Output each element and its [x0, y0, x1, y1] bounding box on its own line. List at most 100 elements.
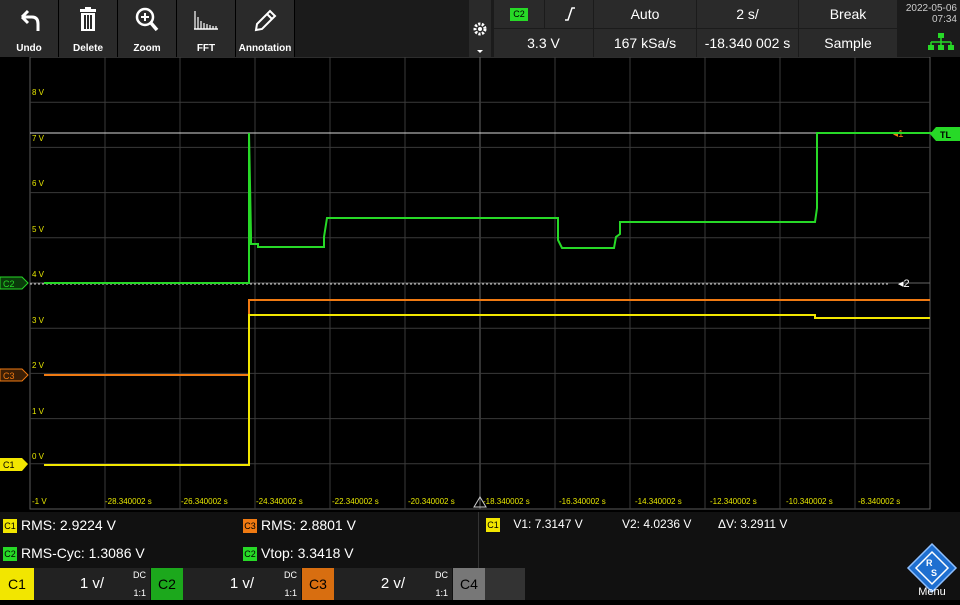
menu-label: Menu — [918, 586, 946, 598]
svg-text:R: R — [926, 558, 933, 568]
channel-c4-tab[interactable]: C4 — [453, 568, 485, 600]
cursor-v1-value: V1: 7.3147 V — [513, 517, 583, 531]
cursor-measurements[interactable]: C1 V1: 7.3147 V V2: 4.0236 V ΔV: 3.2911 … — [486, 517, 787, 532]
c3-marker-label: C3 — [3, 371, 15, 381]
y-tick-label: 3 V — [32, 316, 45, 325]
y-tick-label: 4 V — [32, 270, 45, 279]
c1-marker-label: C1 — [3, 460, 15, 470]
c1-level-marker[interactable]: C1 — [0, 458, 28, 471]
x-tick-label: -12.340002 s — [710, 497, 757, 506]
c2-rms-cyc-value: RMS-Cyc: 1.3086 V — [21, 545, 145, 561]
measurement-panel: C1 RMS: 2.9224 V C3 RMS: 2.8801 V C2 RMS-Cy… — [0, 512, 960, 568]
zoom-button[interactable]: Zoom — [118, 0, 177, 57]
waveform-c2 — [44, 132, 935, 284]
c2-tag: C2 — [3, 547, 17, 562]
y-tick-label: 0 V — [32, 452, 45, 461]
c2-rms-cyc-measurement[interactable]: C2 RMS-Cyc: 1.3086 V — [3, 545, 145, 562]
sample-rate[interactable]: 167 kSa/s — [594, 29, 696, 57]
run-state[interactable]: Break — [799, 0, 897, 28]
timebase[interactable]: 2 s/ — [697, 0, 798, 28]
y-tick-label: 6 V — [32, 179, 45, 188]
divider — [478, 512, 479, 568]
waveform-c1 — [44, 314, 930, 466]
y-tick-label: -1 V — [32, 497, 47, 506]
zoom-label: Zoom — [133, 43, 161, 54]
settings-button[interactable] — [469, 0, 491, 57]
network-icon — [928, 33, 954, 50]
menu-button[interactable]: R S Menu — [904, 540, 960, 600]
acquisition-mode[interactable]: Sample — [799, 29, 897, 57]
c2-level-marker[interactable]: C2 — [0, 276, 29, 290]
c3-probe-ratio: 1:1 — [435, 588, 448, 598]
delete-label: Delete — [72, 43, 103, 54]
x-tick-label: -26.340002 s — [181, 497, 228, 506]
c3-tag: C3 — [243, 519, 257, 534]
gear-icon — [473, 22, 487, 53]
channel-bar: C1 1 v/ DC 1:1 C2 1 v/ DC 1:1 C3 2 v/ DC… — [0, 568, 960, 600]
c2-tag: C2 — [243, 547, 257, 562]
undo-icon — [20, 9, 40, 31]
cursor-v2-value: V2: 4.0236 V — [622, 517, 692, 531]
cursor-1-label: ◂1 — [893, 129, 904, 140]
x-tick-label: -24.340002 s — [256, 497, 303, 506]
c3-coupling: DC — [435, 570, 448, 580]
c2-coupling: DC — [284, 570, 297, 580]
channel-c1-tab[interactable]: C1 — [0, 568, 34, 600]
c2-vtop-measurement[interactable]: C2 Vtop: 3.3418 V — [243, 545, 354, 562]
c1-probe-ratio: 1:1 — [133, 588, 146, 598]
y-tick-label: 1 V — [32, 407, 45, 416]
x-tick-label: -14.340002 s — [635, 497, 682, 506]
delete-button[interactable]: Delete — [59, 0, 118, 57]
y-tick-label: 5 V — [32, 225, 45, 234]
undo-label: Undo — [16, 43, 42, 54]
fft-label: FFT — [196, 43, 216, 54]
trigger-mode[interactable]: Auto — [594, 0, 696, 28]
channel-c1-settings[interactable]: 1 v/ DC 1:1 — [34, 568, 150, 600]
channel-c2-settings[interactable]: 1 v/ DC 1:1 — [183, 568, 301, 600]
y-axis-labels: 8 V 7 V 6 V 5 V 4 V 3 V 2 V 1 V 0 V -1 V — [32, 88, 47, 506]
trigger-level-label: TL — [940, 130, 951, 140]
c1-rms-value: RMS: 2.9224 V — [21, 517, 116, 533]
x-axis-labels: -28.340002 s -26.340002 s -24.340002 s -… — [105, 497, 900, 506]
fft-button[interactable]: FFT — [177, 0, 236, 57]
y-tick-label: 8 V — [32, 88, 45, 97]
c3-rms-value: RMS: 2.8801 V — [261, 517, 356, 533]
c1-coupling: DC — [133, 570, 146, 580]
rising-edge-icon — [565, 7, 575, 21]
zoom-icon — [135, 7, 159, 32]
annotation-button[interactable]: Annotation — [236, 0, 295, 57]
trash-icon — [80, 7, 96, 31]
trigger-level[interactable]: 3.3 V — [494, 29, 593, 57]
c2-vtop-value: Vtop: 3.3418 V — [261, 545, 354, 561]
x-tick-label: -16.340002 s — [559, 497, 606, 506]
c1-rms-measurement[interactable]: C1 RMS: 2.9224 V — [3, 517, 116, 534]
undo-button[interactable]: Undo — [0, 0, 59, 57]
x-tick-label: -22.340002 s — [332, 497, 379, 506]
channel-c3-tab[interactable]: C3 — [302, 568, 334, 600]
clock: 2022-05-06 07:34 — [898, 0, 960, 57]
c1-tag: C1 — [486, 517, 500, 532]
trigger-slope[interactable] — [545, 0, 593, 28]
c2-marker-label: C2 — [3, 279, 15, 289]
x-tick-label: -20.340002 s — [408, 497, 455, 506]
c3-rms-measurement[interactable]: C3 RMS: 2.8801 V — [243, 517, 356, 534]
trigger-position[interactable]: -18.340 002 s — [697, 29, 798, 57]
y-tick-label: 7 V — [32, 134, 45, 143]
clock-time: 07:34 — [931, 14, 957, 25]
channel-c2-tab[interactable]: C2 — [151, 568, 183, 600]
waveform-display[interactable]: 8 V 7 V 6 V 5 V 4 V 3 V 2 V 1 V 0 V -1 V… — [0, 57, 960, 512]
fft-icon — [194, 11, 218, 30]
x-tick-label: -18.340002 s — [483, 497, 530, 506]
trigger-source[interactable]: C2 — [494, 0, 544, 28]
channel-c3-settings[interactable]: 2 v/ DC 1:1 — [334, 568, 452, 600]
pencil-icon — [254, 9, 277, 32]
clock-date: 2022-05-06 — [905, 3, 957, 14]
trigger-level-marker[interactable]: TL — [930, 127, 960, 141]
toolbar: Undo Delete Zoom FFT Annotation C2 Auto … — [0, 0, 960, 57]
channel-c4-settings[interactable] — [485, 568, 525, 600]
y-tick-label: 2 V — [32, 361, 45, 370]
x-tick-label: -10.340002 s — [786, 497, 833, 506]
trigger-source-badge: C2 — [510, 7, 528, 21]
c2-probe-ratio: 1:1 — [284, 588, 297, 598]
c3-level-marker[interactable]: C3 — [0, 368, 29, 382]
